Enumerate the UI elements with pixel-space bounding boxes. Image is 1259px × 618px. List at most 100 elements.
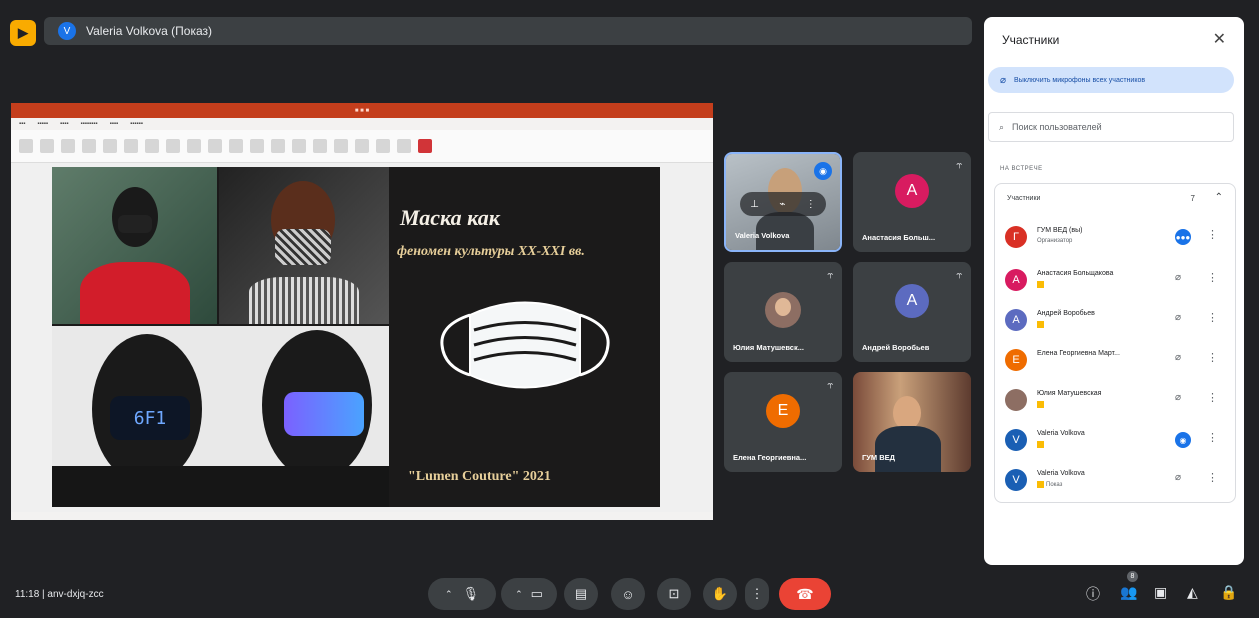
pin-icon[interactable]: ⥾ bbox=[827, 270, 833, 281]
camera-button[interactable]: ⌃ ▭ bbox=[501, 578, 557, 610]
more-options-icon[interactable]: ⋮ bbox=[1207, 471, 1218, 484]
avatar: V bbox=[1005, 429, 1027, 451]
presentation-bar[interactable]: V Valeria Volkova (Показ) bbox=[44, 17, 972, 45]
search-input[interactable]: ⌕ Поиск пользователей bbox=[988, 112, 1234, 142]
avatar: Е bbox=[766, 394, 800, 428]
captions-button[interactable]: ▤ bbox=[564, 578, 598, 610]
more-options-button[interactable]: ⋮ bbox=[745, 578, 769, 610]
hand-icon: ✋ bbox=[711, 586, 729, 601]
panel-title: Участники bbox=[1002, 33, 1060, 47]
leave-call-button[interactable]: ☎ bbox=[779, 578, 831, 610]
avatar: Е bbox=[1005, 349, 1027, 371]
speaking-icon[interactable]: ◉ bbox=[1175, 432, 1191, 448]
participant-tag bbox=[1037, 321, 1046, 328]
avatar bbox=[1005, 389, 1027, 411]
activities-icon[interactable]: ◭ bbox=[1187, 584, 1198, 601]
slide: 6F1 Маска как феномен культуры XX-XXI вв… bbox=[52, 167, 660, 507]
participant-row[interactable]: Г ГУМ ВЕД (вы) Организатор ●●● ⋮ bbox=[1005, 222, 1233, 256]
mic-on-icon[interactable]: ●●● bbox=[1175, 229, 1191, 245]
participant-row[interactable]: V Valeria Volkova ◉ ⋮ bbox=[1005, 425, 1233, 459]
more-options-icon: ⋮ bbox=[750, 586, 764, 601]
more-options-icon[interactable]: ⋮ bbox=[1207, 311, 1218, 324]
captions-icon: ▤ bbox=[574, 586, 588, 601]
participant-row[interactable]: Е Елена Георгиевна Март... ⌀ ⋮ bbox=[1005, 345, 1233, 379]
participant-count-badge: 8 bbox=[1127, 571, 1138, 582]
chevron-up-icon[interactable]: ⌃ bbox=[1215, 192, 1223, 203]
mic-off-icon[interactable]: ⌀ bbox=[1175, 312, 1181, 323]
participant-tile[interactable]: ГУМ ВЕД bbox=[853, 372, 971, 472]
participant-name: Елена Георгиевна Март... bbox=[1037, 350, 1120, 357]
ppt-menu-bar: ▪▪▪ ▪▪▪▪▪ ▪▪▪▪ ▪▪▪▪▪▪▪▪ ▪▪▪▪ ▪▪▪▪▪▪ bbox=[11, 118, 713, 130]
participant-tile[interactable]: ⥾ Юлия Матушевск... bbox=[724, 262, 842, 362]
mic-button[interactable]: ⌃ 🎙 bbox=[428, 578, 496, 610]
search-placeholder: Поиск пользователей bbox=[1012, 122, 1102, 132]
more-options-icon[interactable]: ⋮ bbox=[1207, 271, 1218, 284]
slide-photo-mask-man bbox=[219, 167, 389, 324]
tile-hover-controls[interactable]: ⊥ ⌁ ⋮ bbox=[740, 192, 826, 216]
participant-row[interactable]: V Valeria Volkova Показ ⌀ ⋮ bbox=[1005, 465, 1233, 499]
mic-off-icon[interactable]: ⌀ bbox=[1175, 272, 1181, 283]
ppt-title-bar: ■ ■ ■ bbox=[11, 103, 713, 118]
participant-name: ГУМ ВЕД (вы) bbox=[1037, 227, 1083, 234]
participant-tag bbox=[1037, 401, 1046, 408]
slide-area: 6F1 Маска как феномен культуры XX-XXI вв… bbox=[11, 163, 713, 520]
more-options-icon[interactable]: ⋮ bbox=[1207, 431, 1218, 444]
mute-all-label: Выключить микрофоны всех участников bbox=[1014, 76, 1146, 84]
avatar: А bbox=[895, 174, 929, 208]
mic-off-icon[interactable]: ⌀ bbox=[1175, 352, 1181, 363]
tile-name: ГУМ ВЕД bbox=[862, 453, 896, 462]
pin-icon[interactable]: ⥾ bbox=[827, 380, 833, 391]
participant-row[interactable]: А Андрей Воробьев ⌀ ⋮ bbox=[1005, 305, 1233, 339]
chat-icon[interactable]: ▣ bbox=[1154, 584, 1167, 601]
more-options-icon[interactable]: ⋮ bbox=[1207, 228, 1218, 241]
raise-hand-button[interactable]: ✋ bbox=[703, 578, 737, 610]
participant-name: Андрей Воробьев bbox=[1037, 310, 1095, 317]
more-options-icon[interactable]: ⋮ bbox=[1207, 351, 1218, 364]
participant-tile[interactable]: ◉ ⊥ ⌁ ⋮ Valeria Volkova bbox=[724, 152, 842, 252]
participant-name: Valeria Volkova bbox=[1037, 470, 1085, 477]
host-controls-icon[interactable]: 🔒 bbox=[1220, 584, 1237, 601]
group-label: Участники bbox=[1007, 195, 1041, 202]
ppt-ribbon bbox=[11, 130, 713, 163]
meeting-time-code: 11:18 | anv-dxjq-zcc bbox=[15, 589, 104, 600]
participant-tag bbox=[1037, 281, 1046, 288]
avatar bbox=[765, 292, 801, 328]
participant-tile[interactable]: ⥾ Е Елена Георгиевна... bbox=[724, 372, 842, 472]
participant-tag bbox=[1037, 441, 1046, 448]
chevron-up-icon: ⌃ bbox=[515, 588, 523, 599]
participant-tile[interactable]: ⥾ А Анастасия Больш... bbox=[853, 152, 971, 252]
pin-icon[interactable]: ⥾ bbox=[956, 270, 962, 281]
slide-photo-red-coat bbox=[52, 167, 217, 324]
tile-name: Анастасия Больш... bbox=[862, 233, 936, 242]
tile-name: Елена Георгиевна... bbox=[733, 453, 807, 462]
presenter-avatar: V bbox=[58, 22, 76, 40]
participant-name: Анастасия Больщакова bbox=[1037, 270, 1114, 277]
participant-row[interactable]: Юлия Матушевская ⌀ ⋮ bbox=[1005, 385, 1233, 419]
slide-title-line2: феномен культуры XX-XXI вв. bbox=[397, 244, 585, 259]
close-icon[interactable]: ✕ bbox=[1213, 29, 1226, 49]
pin-icon[interactable]: ⥾ bbox=[956, 160, 962, 171]
more-icon[interactable]: ⋮ bbox=[806, 199, 816, 210]
reactions-button[interactable]: ☺ bbox=[611, 578, 645, 610]
mute-icon[interactable]: ⌁ bbox=[779, 199, 785, 210]
medical-mask-illustration bbox=[440, 301, 610, 389]
participant-role: Организатор bbox=[1037, 238, 1073, 244]
participants-group: Участники 7 ⌃ Г ГУМ ВЕД (вы) Организатор… bbox=[994, 183, 1236, 503]
mic-off-icon[interactable]: ⌀ bbox=[1175, 472, 1181, 483]
participant-row[interactable]: А Анастасия Больщакова ⌀ ⋮ bbox=[1005, 265, 1233, 299]
pin-icon[interactable]: ⊥ bbox=[750, 199, 759, 210]
participant-tile[interactable]: ⥾ А Андрей Воробьев bbox=[853, 262, 971, 362]
participant-role: Показ bbox=[1037, 481, 1062, 488]
tile-name: Андрей Воробьев bbox=[862, 343, 930, 352]
mute-all-button[interactable]: ⌀ Выключить микрофоны всех участников bbox=[988, 67, 1234, 93]
participants-panel: Участники ✕ ⌀ Выключить микрофоны всех у… bbox=[984, 17, 1244, 565]
mic-off-icon: ⌀ bbox=[1000, 74, 1007, 86]
more-options-icon[interactable]: ⋮ bbox=[1207, 391, 1218, 404]
slide-title-line1: Маска как bbox=[400, 205, 500, 230]
mic-off-icon[interactable]: ⌀ bbox=[1175, 392, 1181, 403]
people-icon[interactable]: 👥 bbox=[1120, 584, 1137, 601]
info-icon[interactable]: ⓘ bbox=[1086, 584, 1100, 604]
emoji-icon: ☺ bbox=[621, 586, 635, 602]
present-button[interactable]: ⊡ bbox=[657, 578, 691, 610]
search-icon: ⌕ bbox=[999, 121, 1005, 132]
